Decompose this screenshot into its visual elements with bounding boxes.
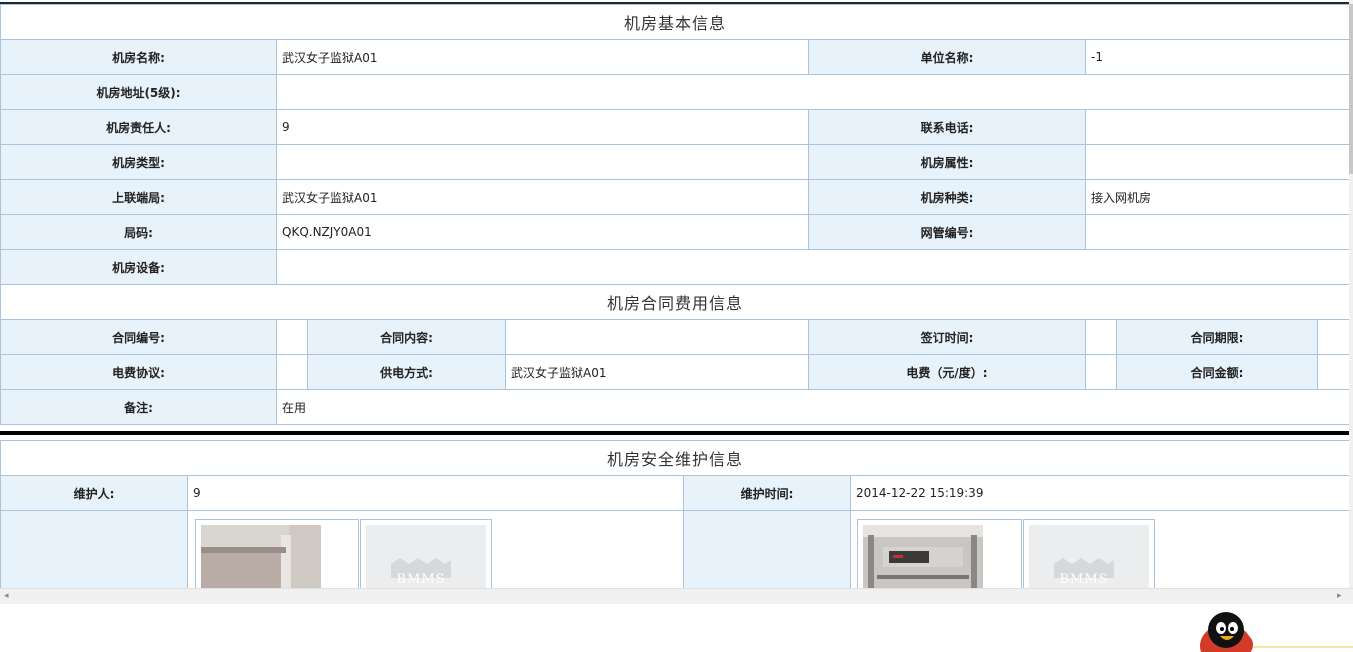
table-row: 维护人: 9 维护时间: 2014-12-22 15:19:39 (0, 475, 1351, 511)
room-manager-value: 9 (276, 109, 809, 145)
power-mode-value: 武汉女子监狱A01 (505, 354, 809, 390)
maintainer-label: 维护人: (0, 475, 188, 511)
photo-label-cell (0, 510, 188, 588)
contract-content-label: 合同内容: (307, 319, 506, 355)
contract-amount-value (1316, 354, 1351, 390)
qq-penguin-icon[interactable] (1190, 606, 1262, 652)
photo-placeholder[interactable]: BMMS (1023, 519, 1155, 588)
maintenance-time-label: 维护时间: (683, 475, 851, 511)
contract-no-value (276, 319, 308, 355)
room-device-value (275, 249, 1351, 285)
table-row: 电费协议: 供电方式: 武汉女子监狱A01 电费（元/度）: 合同金额: (0, 354, 1351, 390)
contract-period-value (1316, 319, 1351, 355)
unit-name-label: 单位名称: (808, 39, 1086, 75)
elec-agreement-label: 电费协议: (0, 354, 277, 390)
photo-placeholder[interactable]: BMMS (360, 519, 492, 588)
table-row: 机房名称: 武汉女子监狱A01 单位名称: -1 (0, 39, 1351, 75)
room-kind-value: 接入网机房 (1084, 179, 1351, 215)
contract-info-table: 机房合同费用信息 合同编号: 合同内容: 签订时间: 合同期限: 电费协议: 供… (0, 284, 1351, 425)
table-row: 机房设备: (0, 249, 1351, 285)
table-row: 局码: QKQ.NZJY0A01 网管编号: (0, 214, 1351, 250)
room-attr-label: 机房属性: (808, 144, 1086, 180)
office-code-value: QKQ.NZJY0A01 (276, 214, 809, 250)
contact-phone-label: 联系电话: (808, 109, 1086, 145)
horizontal-scrollbar[interactable]: ◂ ▸ (0, 588, 1353, 605)
table-row: 备注: 在用 (0, 389, 1351, 425)
scroll-right-icon[interactable]: ▸ (1337, 591, 1342, 601)
table-row: 合同编号: 合同内容: 签订时间: 合同期限: (0, 319, 1351, 355)
remark-value: 在用 (275, 389, 1351, 425)
qq-bar (1250, 646, 1353, 648)
vertical-scroll-thumb[interactable] (1349, 4, 1353, 174)
room-address-value (275, 74, 1351, 110)
table-row: 机房地址(5级): (0, 74, 1351, 110)
table-row: 上联端局: 武汉女子监狱A01 机房种类: 接入网机房 (0, 179, 1351, 215)
contract-amount-label: 合同金额: (1116, 354, 1318, 390)
room-attr-value (1084, 144, 1351, 180)
maintenance-time-value: 2014-12-22 15:19:39 (849, 475, 1351, 511)
nms-number-value (1084, 214, 1351, 250)
placeholder-text: BMMS (1059, 572, 1109, 587)
room-address-label: 机房地址(5级): (0, 74, 277, 110)
room-name-label: 机房名称: (0, 39, 277, 75)
vertical-scrollbar[interactable] (1349, 0, 1353, 588)
scroll-left-icon[interactable]: ◂ (4, 591, 9, 601)
nms-number-label: 网管编号: (808, 214, 1086, 250)
unit-name-value: -1 (1084, 39, 1351, 75)
page-footer-area (0, 604, 1353, 652)
contract-no-label: 合同编号: (0, 319, 277, 355)
photo-image (863, 525, 983, 588)
basic-info-title: 机房基本信息 (0, 4, 1351, 40)
room-name-value: 武汉女子监狱A01 (276, 39, 809, 75)
room-kind-label: 机房种类: (808, 179, 1086, 215)
photo-label-cell-right (683, 510, 851, 588)
photo-thumbnail[interactable] (857, 519, 1022, 588)
table-row: 机房责任人: 9 联系电话: (0, 109, 1351, 145)
upstream-office-label: 上联端局: (0, 179, 277, 215)
contract-info-title: 机房合同费用信息 (0, 284, 1351, 320)
room-manager-label: 机房责任人: (0, 109, 277, 145)
room-device-label: 机房设备: (0, 249, 277, 285)
basic-info-table: 机房基本信息 机房名称: 武汉女子监狱A01 单位名称: -1 机房地址(5级)… (0, 4, 1351, 285)
contract-period-label: 合同期限: (1116, 319, 1318, 355)
maintainer-value: 9 (187, 475, 684, 511)
room-type-label: 机房类型: (0, 144, 277, 180)
elec-agreement-value (276, 354, 308, 390)
table-row: 机房类型: 机房属性: (0, 144, 1351, 180)
maintenance-info-title: 机房安全维护信息 (0, 440, 1351, 476)
contract-content-value (505, 319, 809, 355)
upstream-office-value: 武汉女子监狱A01 (276, 179, 809, 215)
section-divider (0, 431, 1349, 435)
photo-thumbnail[interactable] (195, 519, 359, 588)
room-type-value (276, 144, 809, 180)
placeholder-text: BMMS (396, 572, 446, 587)
elec-price-value (1085, 354, 1117, 390)
photo-image (201, 525, 321, 588)
elec-price-label: 电费（元/度）: (808, 354, 1086, 390)
sign-time-value (1085, 319, 1117, 355)
office-code-label: 局码: (0, 214, 277, 250)
power-mode-label: 供电方式: (307, 354, 506, 390)
sign-time-label: 签订时间: (808, 319, 1086, 355)
page-viewport: 机房基本信息 机房名称: 武汉女子监狱A01 单位名称: -1 机房地址(5级)… (0, 0, 1353, 588)
contact-phone-value (1084, 109, 1351, 145)
remark-label: 备注: (0, 389, 277, 425)
